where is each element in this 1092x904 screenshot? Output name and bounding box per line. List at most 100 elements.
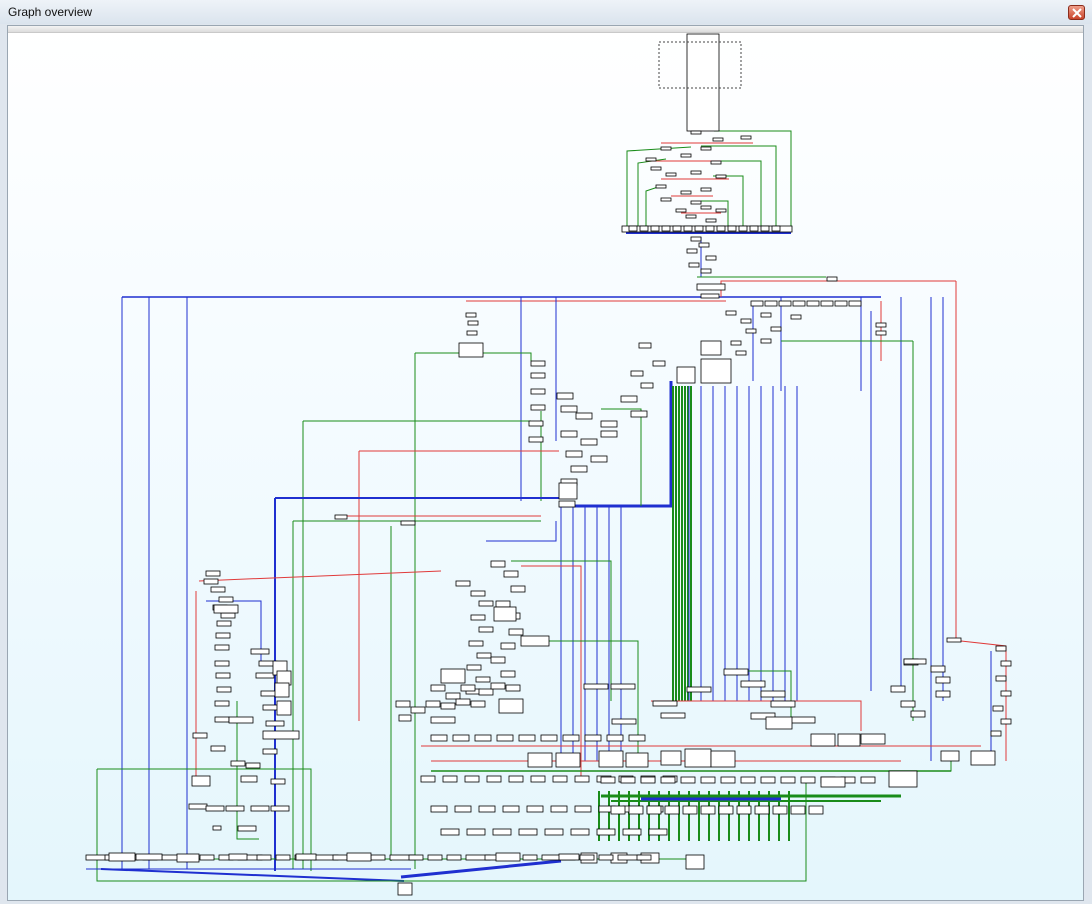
graph-node[interactable] [346, 852, 372, 862]
flow-graph[interactable] [8, 26, 1084, 901]
graph-node[interactable] [700, 293, 720, 299]
graph-node[interactable] [598, 854, 614, 861]
graph-node[interactable] [990, 730, 1002, 737]
graph-node[interactable] [544, 828, 564, 836]
graph-node[interactable] [995, 675, 1007, 682]
graph-node[interactable] [510, 585, 526, 593]
graph-node[interactable] [765, 716, 793, 730]
graph-node[interactable] [478, 805, 496, 813]
graph-node[interactable] [837, 733, 861, 747]
graph-node[interactable] [492, 828, 512, 836]
graph-node[interactable] [698, 242, 710, 248]
graph-node[interactable] [700, 268, 712, 274]
graph-node[interactable] [940, 750, 960, 762]
graph-node[interactable] [560, 405, 578, 413]
graph-node[interactable] [638, 342, 652, 349]
graph-node[interactable] [495, 600, 511, 608]
graph-node[interactable] [191, 775, 211, 787]
graph-node[interactable] [754, 805, 770, 815]
graph-node[interactable] [694, 225, 704, 232]
graph-node[interactable] [675, 208, 687, 213]
graph-node[interactable] [465, 312, 477, 318]
graph-node[interactable] [834, 300, 848, 307]
graph-node[interactable] [575, 412, 593, 420]
graph-node[interactable] [710, 750, 736, 768]
graph-node[interactable] [135, 853, 163, 861]
graph-node[interactable] [455, 698, 471, 706]
graph-node[interactable] [636, 854, 652, 861]
graph-node[interactable] [639, 225, 649, 232]
graph-node[interactable] [508, 628, 524, 636]
graph-node[interactable] [452, 734, 470, 742]
graph-node[interactable] [696, 283, 726, 291]
graph-node[interactable] [700, 187, 712, 192]
graph-node[interactable] [203, 578, 219, 585]
graph-node[interactable] [530, 404, 546, 411]
graph-node[interactable] [686, 686, 712, 693]
graph-node[interactable] [500, 670, 516, 678]
graph-node[interactable] [760, 338, 772, 344]
graph-node[interactable] [660, 712, 686, 719]
graph-node[interactable] [680, 190, 692, 195]
graph-node[interactable] [468, 640, 484, 647]
graph-node[interactable] [558, 853, 580, 861]
graph-node[interactable] [550, 805, 568, 813]
graph-node[interactable] [446, 854, 462, 861]
graph-node[interactable] [395, 700, 411, 708]
graph-node[interactable] [520, 635, 550, 647]
graph-node[interactable] [930, 665, 946, 673]
graph-node[interactable] [270, 805, 290, 812]
graph-node[interactable] [778, 300, 792, 307]
graph-node[interactable] [574, 775, 590, 783]
graph-node[interactable] [888, 770, 918, 788]
graph-node[interactable] [1000, 690, 1012, 697]
graph-node[interactable] [558, 500, 576, 508]
graph-node[interactable] [216, 620, 232, 627]
graph-node[interactable] [210, 586, 226, 593]
graph-node[interactable] [332, 854, 348, 861]
graph-node[interactable] [530, 775, 546, 783]
graph-node[interactable] [770, 326, 782, 332]
graph-node[interactable] [530, 360, 546, 367]
graph-node[interactable] [486, 775, 502, 783]
graph-node[interactable] [500, 642, 516, 650]
graph-node[interactable] [430, 734, 448, 742]
graph-node[interactable] [749, 225, 759, 232]
graph-node[interactable] [700, 340, 722, 356]
graph-node[interactable] [478, 626, 494, 633]
graph-node[interactable] [676, 366, 696, 384]
graph-node[interactable] [600, 430, 618, 438]
graph-node[interactable] [237, 825, 257, 832]
graph-node[interactable] [655, 184, 667, 189]
graph-node[interactable] [430, 716, 456, 724]
graph-node[interactable] [558, 482, 578, 500]
graph-node[interactable] [764, 300, 778, 307]
graph-node[interactable] [478, 688, 494, 696]
graph-node[interactable] [808, 805, 824, 815]
graph-node[interactable] [427, 854, 443, 861]
graph-node[interactable] [216, 686, 232, 693]
graph-node[interactable] [256, 854, 272, 861]
graph-node[interactable] [555, 752, 581, 768]
graph-node[interactable] [622, 828, 642, 836]
graph-node[interactable] [199, 854, 215, 861]
graph-node[interactable] [496, 734, 514, 742]
graph-node[interactable] [430, 684, 446, 692]
graph-node[interactable] [490, 656, 506, 664]
graph-node[interactable] [716, 225, 726, 232]
graph-node[interactable] [475, 676, 491, 683]
graph-node[interactable] [205, 570, 221, 577]
graph-node[interactable] [685, 854, 705, 870]
graph-node[interactable] [528, 436, 544, 443]
graph-node[interactable] [720, 776, 736, 784]
graph-node[interactable] [690, 236, 702, 242]
graph-node[interactable] [640, 776, 656, 784]
graph-node[interactable] [410, 706, 426, 714]
graph-node[interactable] [400, 520, 416, 526]
graph-node[interactable] [490, 560, 506, 568]
graph-node[interactable] [466, 828, 486, 836]
graph-node[interactable] [476, 652, 492, 659]
graph-node[interactable] [274, 682, 290, 698]
graph-node[interactable] [680, 153, 692, 158]
graph-node[interactable] [660, 197, 672, 202]
